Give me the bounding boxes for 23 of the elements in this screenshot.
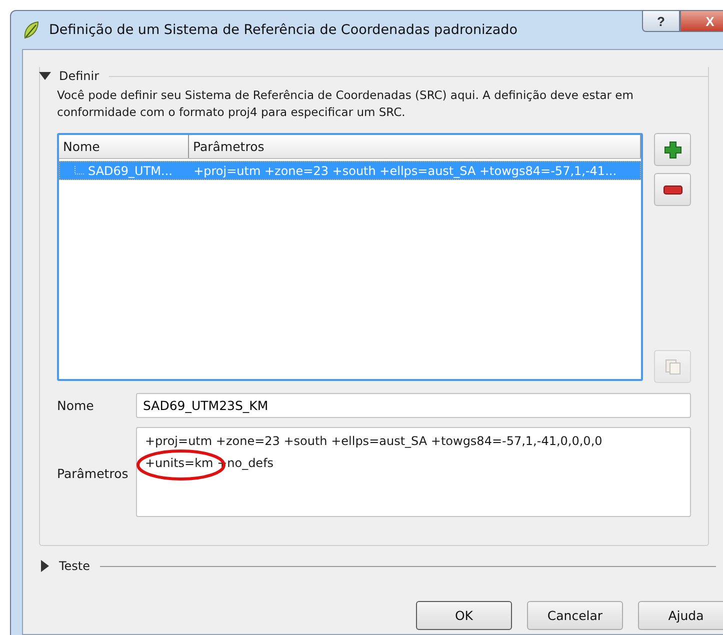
parameters-label: Parâmetros bbox=[57, 466, 130, 481]
dialog-button[interactable]: Ajuda bbox=[638, 601, 723, 630]
add-button[interactable] bbox=[654, 133, 691, 166]
name-label: Nome bbox=[57, 398, 95, 413]
collapsed-arrow-icon[interactable] bbox=[39, 560, 51, 572]
help-button[interactable]: ? bbox=[642, 10, 680, 32]
table-cell: +proj=utm +zone=23 +south +ellps=aust_SA +towgs84=-57,1,-41... bbox=[194, 164, 617, 178]
dialog-button[interactable]: Cancelar bbox=[527, 601, 623, 630]
minus-icon bbox=[662, 184, 682, 194]
name-field[interactable]: SAD69_UTM23S_KM bbox=[136, 393, 691, 418]
remove-button[interactable] bbox=[654, 173, 691, 206]
expanded-arrow-icon[interactable] bbox=[39, 70, 51, 82]
table-cell: SAD69_UTM... bbox=[88, 164, 172, 178]
group-title[interactable]: Definir bbox=[59, 68, 100, 84]
group-title[interactable]: Teste bbox=[59, 558, 90, 574]
description-text: Você pode definir seu Sistema de Referência de Coordenadas (SRC) aqui. A definição deve estar em conformidade com o formato proj4 para especificar um SRC. bbox=[57, 87, 634, 121]
dialog-button[interactable]: OK bbox=[416, 601, 512, 630]
tree-line-icon bbox=[74, 166, 84, 176]
column-header[interactable]: Nome bbox=[59, 135, 189, 158]
plus-icon bbox=[664, 140, 682, 158]
column-header[interactable]: Parâmetros bbox=[189, 135, 641, 158]
window-title: Definição de um Sistema de Referência de Coordenadas padronizado bbox=[49, 22, 518, 38]
copy-icon bbox=[664, 358, 680, 374]
